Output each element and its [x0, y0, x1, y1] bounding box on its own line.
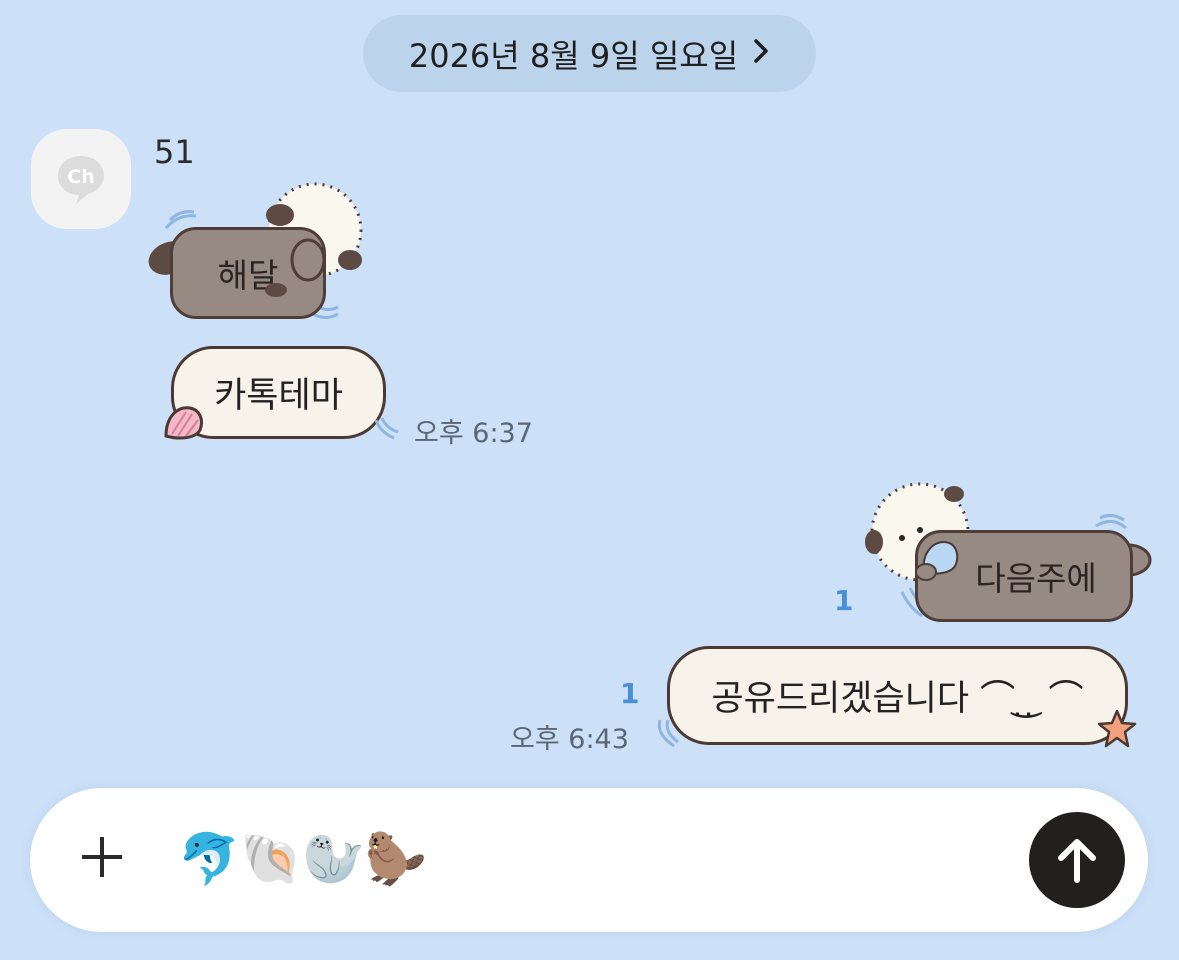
unread-count: 1: [620, 677, 640, 710]
wave-decoration: [657, 719, 679, 748]
message-text: 다음주에: [975, 559, 1097, 598]
message-timestamp: 오후 6:43: [510, 724, 629, 755]
shell-decoration-icon: [164, 406, 204, 440]
send-button[interactable]: [1029, 812, 1125, 908]
date-label: 2026년 8월 9일 일요일: [408, 36, 739, 75]
ch-logo-icon: Ch: [58, 156, 104, 204]
message-text: 카톡테마: [214, 376, 343, 416]
shell-in-paws-decoration: [915, 540, 959, 581]
avatar[interactable]: Ch: [31, 129, 131, 229]
starfish-decoration-icon: [1097, 709, 1137, 748]
emoji-input-text: 🐬🐚🦭🦫: [178, 829, 428, 888]
otter-paw-decoration: [265, 238, 326, 297]
message-input[interactable]: 🐬🐚🦭🦫: [178, 826, 427, 892]
svg-text:Ch: Ch: [67, 166, 94, 188]
unread-count: 1: [834, 584, 854, 617]
message-text: 공유드리겠습니다 ⌒ ̣͜ ̣ ⌒: [711, 679, 1084, 719]
sender-name: 51: [154, 133, 195, 171]
arrow-up-icon: [1058, 839, 1096, 883]
chevron-right-icon: [752, 35, 770, 73]
message-bubble-will-share[interactable]: 공유드리겠습니다 ⌒ ̣͜ ̣ ⌒: [667, 646, 1128, 745]
wave-decoration: [374, 417, 399, 440]
plus-icon[interactable]: [78, 833, 126, 881]
message-timestamp: 오후 6:37: [414, 418, 533, 449]
date-header[interactable]: 2026년 8월 9일 일요일: [363, 15, 816, 92]
